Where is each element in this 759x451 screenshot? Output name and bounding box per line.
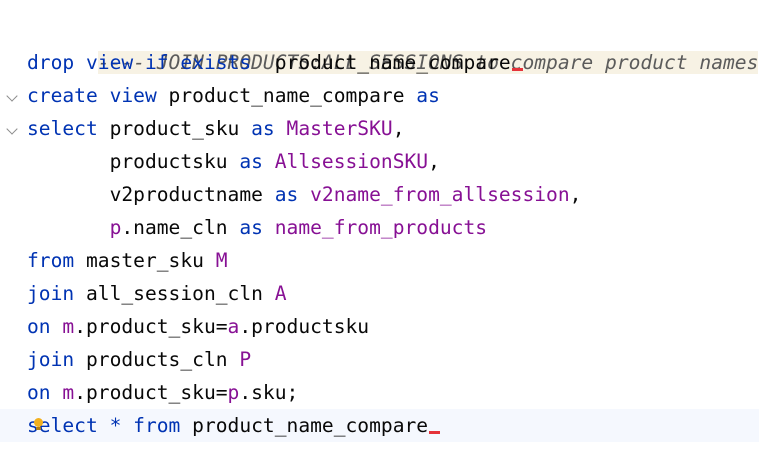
alias-token: p bbox=[227, 381, 240, 404]
lightbulb-icon[interactable] bbox=[34, 418, 43, 430]
code-line[interactable]: on m.product_sku=p.sku; bbox=[0, 376, 759, 409]
keyword-token: drop view if exists bbox=[27, 51, 252, 74]
identifier-token: product_sku bbox=[97, 117, 252, 140]
alias-token: p bbox=[109, 216, 122, 239]
fold-gutter[interactable] bbox=[0, 112, 24, 145]
keyword-token: * bbox=[109, 414, 122, 437]
identifier-token: .product_sku= bbox=[74, 315, 228, 338]
code-line[interactable]: v2productname as v2name_from_allsession, bbox=[0, 178, 759, 211]
code-text[interactable]: drop view if exists product_name_compare bbox=[27, 46, 523, 79]
alias-token: m bbox=[62, 381, 75, 404]
identifier-token: .name_cln bbox=[121, 216, 240, 239]
identifier-token: .product_sku= bbox=[74, 381, 228, 404]
alias-token: a bbox=[227, 315, 240, 338]
gutter bbox=[0, 211, 24, 244]
indent-token bbox=[27, 216, 110, 239]
code-text[interactable]: v2productname as v2name_from_allsession, bbox=[27, 178, 582, 211]
code-text[interactable]: p.name_cln as name_from_products bbox=[27, 211, 488, 244]
keyword-token: on bbox=[27, 315, 51, 338]
alias-token: M bbox=[215, 249, 228, 272]
gutter bbox=[0, 277, 24, 310]
code-text[interactable]: join all_session_cln A bbox=[27, 277, 287, 310]
code-text[interactable]: select product_sku as MasterSKU, bbox=[27, 112, 405, 145]
identifier-token: v2productname bbox=[27, 183, 275, 206]
punct-token: , bbox=[392, 117, 405, 140]
code-line[interactable]: on m.product_sku=a.productsku bbox=[0, 310, 759, 343]
keyword-token: select bbox=[27, 117, 98, 140]
punct-token: , bbox=[428, 150, 440, 173]
identifier-token: product_name_compare bbox=[251, 51, 511, 74]
keyword-token: on bbox=[27, 381, 51, 404]
keyword-token: as bbox=[239, 216, 263, 239]
keyword-token: as bbox=[251, 117, 275, 140]
keyword-token: as bbox=[274, 183, 299, 206]
keyword-token: create view bbox=[27, 84, 157, 107]
code-line[interactable]: join all_session_cln A bbox=[0, 277, 759, 310]
code-text[interactable]: create view product_name_compare as bbox=[27, 79, 440, 112]
code-text[interactable]: from master_sku M bbox=[27, 244, 228, 277]
keyword-token: join bbox=[27, 348, 75, 371]
code-line[interactable]: drop view if exists product_name_compare bbox=[0, 46, 759, 79]
gutter bbox=[0, 343, 24, 376]
keyword-token: from bbox=[27, 249, 75, 272]
alias-token: AllsessionSKU bbox=[274, 150, 429, 173]
alias-token: m bbox=[62, 315, 75, 338]
identifier-token: .sku; bbox=[239, 381, 299, 404]
code-text[interactable]: join products_cln P bbox=[27, 343, 251, 376]
alias-token: MasterSKU bbox=[286, 117, 393, 140]
gutter bbox=[0, 178, 24, 211]
error-marker bbox=[511, 68, 523, 71]
code-line[interactable]: create view product_name_compare as bbox=[0, 79, 759, 112]
punct-token: , bbox=[569, 183, 582, 206]
keyword-token: as bbox=[416, 84, 440, 107]
identifier-token: productsku bbox=[27, 150, 240, 173]
gutter bbox=[0, 244, 24, 277]
identifier-token: product_name_compare bbox=[156, 84, 417, 107]
gutter bbox=[0, 376, 24, 409]
code-text[interactable]: productsku as AllsessionSKU, bbox=[27, 145, 440, 178]
gutter bbox=[0, 13, 24, 46]
fold-chevron-icon[interactable] bbox=[6, 90, 18, 102]
identifier-token: products_cln bbox=[74, 348, 240, 371]
code-text[interactable]: select * from product_name_compare bbox=[27, 409, 441, 442]
code-line[interactable]: p.name_cln as name_from_products bbox=[0, 211, 759, 244]
code-line[interactable]: ---- JOIN PRODUCTS:ALL_SESSIONS to compa… bbox=[0, 13, 759, 74]
gutter bbox=[0, 310, 24, 343]
identifier-token: product_name_compare bbox=[180, 414, 429, 437]
alias-token: v2name_from_allsession bbox=[310, 183, 570, 206]
fold-chevron-icon[interactable] bbox=[6, 123, 18, 135]
fold-gutter[interactable] bbox=[0, 79, 24, 112]
code-editor[interactable]: ---- JOIN PRODUCTS:ALL_SESSIONS to compa… bbox=[0, 0, 759, 451]
keyword-token: join bbox=[27, 282, 75, 305]
code-line[interactable]: productsku as AllsessionSKU, bbox=[0, 145, 759, 178]
code-line[interactable]: join products_cln P bbox=[0, 343, 759, 376]
keyword-token: as bbox=[239, 150, 263, 173]
alias-token: name_from_products bbox=[274, 216, 488, 239]
identifier-token: all_session_cln bbox=[74, 282, 275, 305]
identifier-token: master_sku bbox=[74, 249, 216, 272]
code-text[interactable]: ---- JOIN PRODUCTS:ALL_SESSIONS to compa… bbox=[27, 13, 759, 74]
gutter bbox=[0, 409, 24, 442]
error-marker bbox=[429, 431, 441, 434]
code-text[interactable]: on m.product_sku=a.productsku bbox=[27, 310, 369, 343]
gutter bbox=[0, 145, 24, 178]
alias-token: P bbox=[239, 348, 252, 371]
code-line[interactable]: select product_sku as MasterSKU, bbox=[0, 112, 759, 145]
gutter bbox=[0, 46, 24, 79]
identifier-token: .productsku bbox=[239, 315, 370, 338]
alias-token: A bbox=[274, 282, 287, 305]
code-line[interactable]: from master_sku M bbox=[0, 244, 759, 277]
keyword-token: from bbox=[133, 414, 181, 437]
code-text[interactable]: on m.product_sku=p.sku; bbox=[27, 376, 298, 409]
current-code-line[interactable]: select * from product_name_compare bbox=[0, 409, 759, 442]
